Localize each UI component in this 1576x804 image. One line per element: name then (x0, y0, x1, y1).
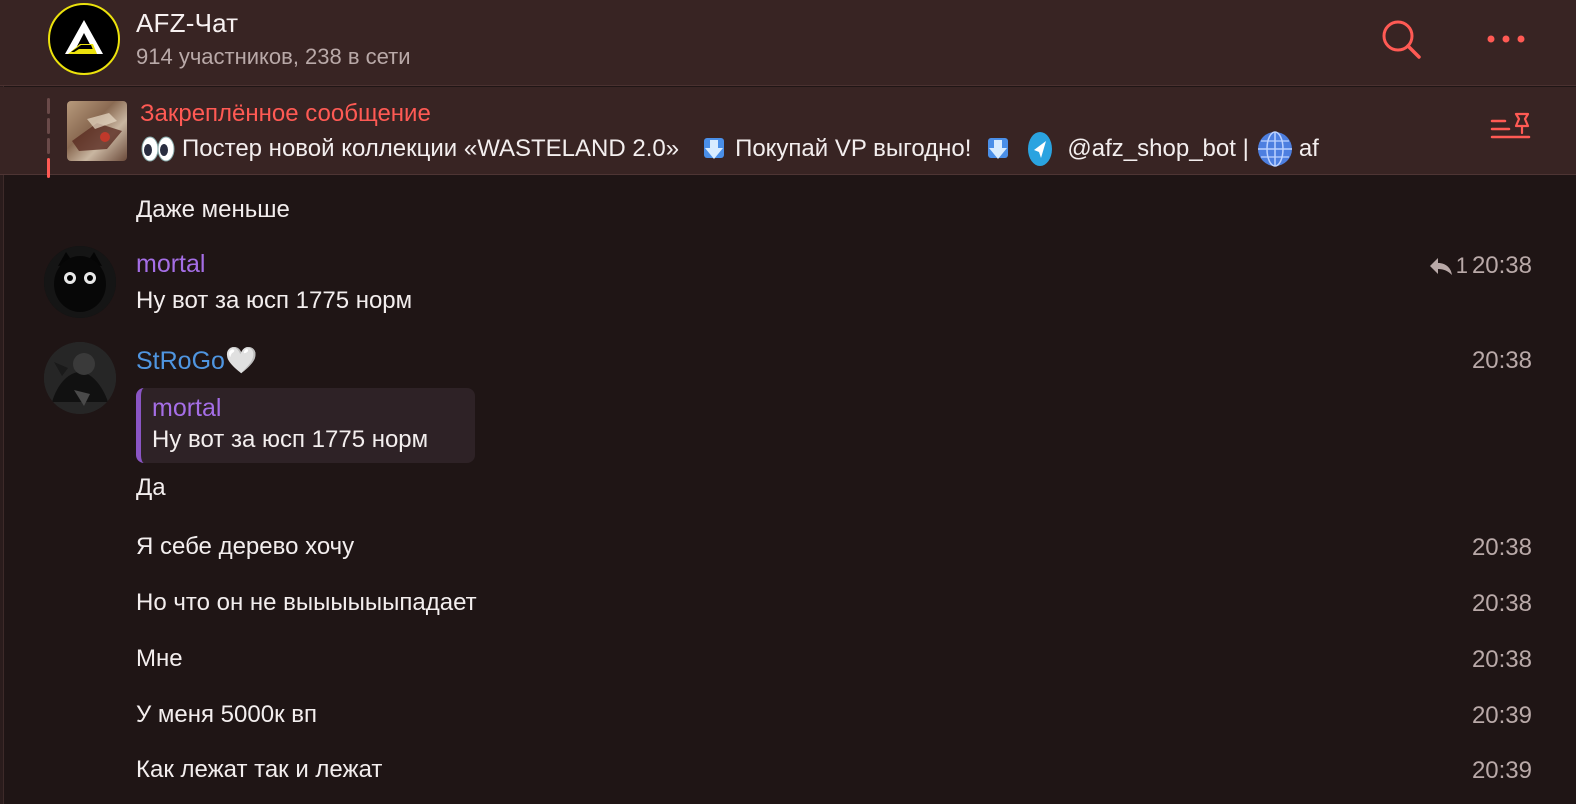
search-icon (1382, 20, 1421, 59)
reply-quote[interactable]: mortal Ну вот за юсп 1775 норм (136, 388, 475, 463)
message-time: 20:38 (1471, 646, 1532, 673)
reply-arrow-icon (1429, 258, 1452, 275)
message-text[interactable]: У меня 5000к вп (136, 701, 317, 729)
avatar[interactable] (44, 246, 116, 318)
afz-logo-icon (65, 20, 103, 54)
message-list[interactable]: Даже меньше mortal 1 20:38 Ну вот за юсп… (0, 176, 1576, 804)
pinned-list-button[interactable] (1486, 109, 1536, 149)
eyes-emoji-icon (140, 135, 176, 163)
down-arrow-emoji-icon (983, 134, 1013, 164)
message-time: 20:39 (1471, 757, 1532, 784)
search-button[interactable] (1376, 14, 1426, 64)
message-text[interactable]: Я себе дерево хочу (136, 533, 354, 561)
pinned-text-part1: Постер новой коллекции «WASTELAND 2.0» (182, 135, 680, 162)
user-avatar-icon (44, 342, 116, 414)
telegram-icon (1027, 131, 1053, 167)
globe-emoji-icon (1257, 131, 1293, 167)
message-time: 20:38 (1471, 534, 1532, 561)
pin-list-icon (1490, 112, 1531, 139)
reply-text: Ну вот за юсп 1775 норм (152, 426, 429, 453)
more-menu-button[interactable] (1481, 14, 1531, 64)
reply-count[interactable]: 1 (1428, 253, 1468, 279)
more-dots-icon (1487, 35, 1525, 43)
pinned-text-part2: Покупай VP выгодно! (735, 135, 972, 162)
channel-avatar[interactable] (48, 3, 120, 75)
pinned-label: Закреплённое сообщение (140, 100, 431, 127)
message-time: 20:38 (1471, 252, 1532, 279)
pinned-text-part3[interactable]: @afz_shop_bot | (1067, 135, 1248, 163)
message-text[interactable]: Ну вот за юсп 1775 норм (136, 287, 412, 315)
message-text[interactable]: Но что он не выыыыыыпадает (136, 589, 477, 617)
pinned-thumbnail (67, 101, 127, 161)
message-text[interactable]: Да (136, 474, 166, 502)
black-cat-avatar-icon (44, 246, 116, 318)
message-text[interactable]: Даже меньше (136, 196, 290, 224)
message-time: 20:38 (1471, 590, 1532, 617)
chat-header[interactable]: AFZ-Чат 914 участников, 238 в сети (0, 0, 1576, 86)
reply-sender: mortal (152, 394, 222, 422)
avatar[interactable] (44, 342, 116, 414)
pinned-text-part4: af (1298, 135, 1319, 162)
message-time: 20:39 (1471, 702, 1532, 729)
message-sender[interactable]: mortal (136, 250, 205, 279)
chat-subtitle: 914 участников, 238 в сети (136, 44, 411, 69)
pinned-text: Постер новой коллекции «WASTELAND 2.0» П… (140, 131, 1450, 167)
pinned-position-indicator (47, 98, 50, 182)
message-text[interactable]: Мне (136, 645, 183, 673)
message-time: 20:38 (1471, 347, 1532, 374)
chat-title[interactable]: AFZ-Чат (136, 8, 238, 39)
pinned-message-bar[interactable]: Закреплённое сообщение Постер новой колл… (0, 87, 1576, 178)
white-heart-emoji: 🤍 (224, 345, 258, 375)
message-sender[interactable]: StRoGo🤍 (136, 345, 257, 376)
down-arrow-emoji-icon (699, 134, 729, 164)
message-text[interactable]: Как лежат так и лежат (136, 756, 382, 784)
